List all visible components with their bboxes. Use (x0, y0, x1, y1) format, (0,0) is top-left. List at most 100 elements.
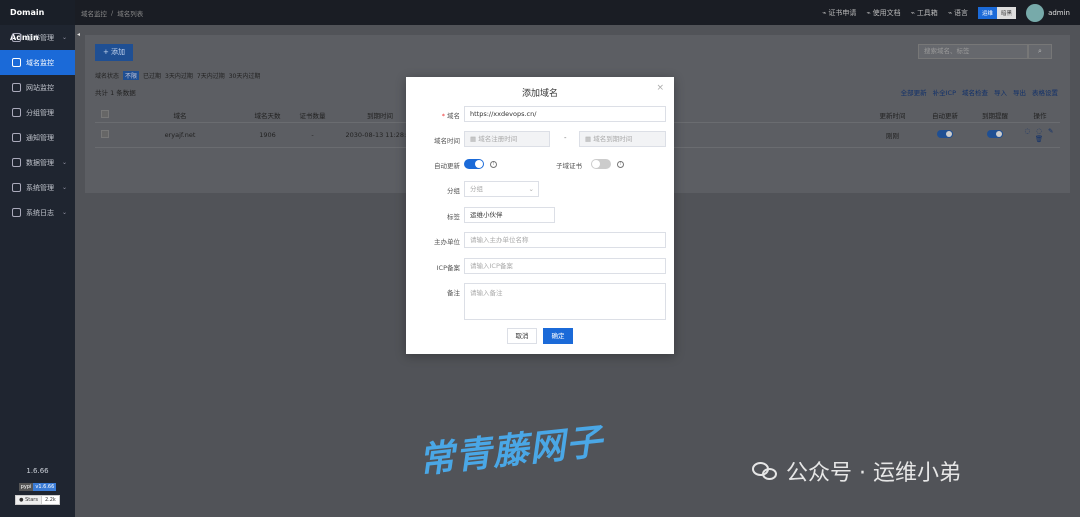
sidebar-item-label: 系统管理 (26, 183, 54, 192)
notify-icon (12, 133, 21, 142)
icp-input[interactable]: 请输入ICP备案 (464, 258, 666, 274)
theme-option-active[interactable]: 运维 (978, 6, 998, 19)
top-nav: ⌁ 证书申请 ⌁ 使用文档 ⌁ 工具箱 ⌁ 语言 (812, 8, 968, 18)
time-label: 域名时间 (434, 137, 460, 145)
action-2[interactable]: 补全ICP (933, 87, 956, 97)
top-nav-label: 工具箱 (916, 8, 938, 17)
group-label: 分组 (447, 187, 460, 195)
pypi-badge[interactable]: pypi v1.6.66 (0, 483, 75, 491)
wechat-watermark: 公众号 · 运维小弟 (752, 455, 961, 487)
website-icon (12, 83, 21, 92)
top-nav-2[interactable]: ⌁ 使用文档 (866, 8, 900, 18)
column-header-9: 操作 (1033, 111, 1047, 120)
sidebar-item-5[interactable]: 通知管理 (0, 125, 75, 150)
version-label: 1.6.66 (26, 467, 49, 475)
column-header-3: 证书数量 (299, 111, 326, 120)
filter-option-2[interactable]: 已过期 (143, 71, 161, 80)
icp-label: ICP备案 (436, 264, 460, 272)
link-icon: ⌁ (822, 8, 827, 17)
filter-option-1[interactable]: 不限 (123, 71, 140, 80)
sidebar-item-7[interactable]: 系统管理 ⌄ (0, 175, 75, 200)
total-count: 共计 1 条数据 (95, 89, 136, 97)
sidebar-item-1[interactable]: 证书管理 ⌄ (0, 25, 75, 50)
domain-label: * 域名 (441, 112, 460, 120)
sub-cert-switch[interactable] (591, 159, 611, 169)
github-stars-badge[interactable]: ● Stars 2.2k (0, 495, 75, 505)
sidebar-menu: 证书管理 ⌄ 域名监控 网站监控 分组管理 通知管理 数据管理 ⌄ 系统管理 ⌄ 系统日志 ⌄ (0, 25, 75, 225)
table-actions: 全部更新 补全ICP 域名检查 导入 导出 表格设置 (895, 87, 1058, 97)
auto-update-switch[interactable] (464, 159, 484, 169)
cell-domain: eryajf.net (164, 131, 196, 139)
certificate-icon (12, 33, 21, 42)
filter-options: 不限 已过期 3天内过期 7天内过期 30天内过期 (123, 71, 264, 80)
sidebar-item-3[interactable]: 网站监控 (0, 75, 75, 100)
action-3[interactable]: 域名检查 (962, 87, 988, 97)
search-icon[interactable]: ⌕ (1028, 44, 1052, 59)
filter-option-5[interactable]: 30天内过期 (229, 71, 261, 80)
sidebar-footer: 1.6.66 pypi v1.6.66 ● Stars 2.2k (0, 467, 75, 509)
row-checkbox[interactable] (95, 130, 115, 140)
remark-textarea[interactable]: 请输入备注 (464, 283, 666, 320)
chevron-down-icon: ⌄ (61, 209, 67, 216)
sidebar-item-8[interactable]: 系统日志 ⌄ (0, 200, 75, 225)
expire-alert-toggle[interactable] (970, 130, 1020, 140)
sidebar-item-label: 通知管理 (26, 133, 54, 142)
auto-update-label: 自动更新 (434, 162, 460, 170)
sidebar-item-label: 系统日志 (26, 208, 54, 217)
action-4[interactable]: 导入 (994, 87, 1007, 97)
auto-update-toggle[interactable] (920, 130, 970, 140)
group-select[interactable]: 分组 ⌄ (464, 181, 539, 197)
action-6[interactable]: 表格设置 (1032, 87, 1058, 97)
collapse-icon[interactable]: ◂ (77, 31, 80, 38)
org-label: 主办单位 (434, 238, 460, 246)
column-header-1: 域名 (173, 111, 187, 120)
column-header-2: 域名天数 (254, 111, 281, 120)
cell-updated: 刚刚 (886, 132, 899, 140)
top-nav-1[interactable]: ⌁ 证书申请 (822, 8, 856, 18)
cell-days: 1906 (259, 131, 276, 139)
theme-option-inactive[interactable]: 暗黑 (997, 6, 1017, 19)
group-icon (12, 108, 21, 117)
top-nav-label: 证书申请 (828, 8, 857, 17)
filter-option-4[interactable]: 7天内过期 (197, 71, 225, 80)
top-nav-4[interactable]: ⌁ 语言 (948, 8, 968, 18)
end-date-input[interactable]: ▦ 域名到期时间 (579, 131, 666, 147)
brand-logo[interactable]: Domain Admin (0, 0, 75, 42)
topbar: 域名监控 / 域名列表 ⌁ 证书申请 ⌁ 使用文档 ⌁ 工具箱 ⌁ 语言 运维 暗黑 admi… (75, 0, 1080, 25)
close-icon[interactable]: × (656, 83, 664, 93)
topbar-right: ⌁ 证书申请 ⌁ 使用文档 ⌁ 工具箱 ⌁ 语言 运维 暗黑 admin (812, 3, 1080, 22)
log-icon (12, 208, 21, 217)
header-checkbox[interactable] (95, 109, 115, 120)
theme-switch[interactable]: 运维 暗黑 (978, 6, 1017, 19)
sidebar-item-label: 数据管理 (26, 158, 54, 167)
sidebar-item-2[interactable]: 域名监控 (0, 50, 75, 75)
add-domain-button[interactable]: + 添加 (95, 44, 133, 61)
start-date-input[interactable]: ▦ 域名注册时间 (464, 131, 550, 147)
filter-label: 域名状态 (95, 73, 120, 80)
dialog-title: 添加域名 (521, 89, 558, 99)
org-input[interactable]: 请输入主办单位名称 (464, 232, 666, 248)
row-operations[interactable]: ◌ ◌ ✎ 🗑 (1020, 127, 1060, 143)
action-1[interactable]: 全部更新 (901, 87, 927, 97)
sidebar-item-6[interactable]: 数据管理 ⌄ (0, 150, 75, 175)
breadcrumb-sep: / (111, 8, 114, 17)
cancel-button[interactable]: 取消 (507, 328, 537, 344)
action-5[interactable]: 导出 (1013, 87, 1026, 97)
sidebar-item-label: 分组管理 (26, 108, 54, 117)
tag-input[interactable]: 运维小伙伴 (464, 207, 555, 223)
top-nav-3[interactable]: ⌁ 工具箱 (911, 8, 938, 18)
confirm-button[interactable]: 确定 (543, 328, 573, 344)
sidebar-item-label: 网站监控 (26, 83, 54, 92)
sidebar-item-4[interactable]: 分组管理 (0, 100, 75, 125)
breadcrumb-item-2: 域名列表 (117, 9, 144, 18)
domain-input[interactable]: https://xxdevops.cn/ (464, 106, 666, 122)
avatar[interactable] (1026, 3, 1045, 22)
github-icon-label: ● Stars (15, 495, 42, 505)
breadcrumb-item-1[interactable]: 域名监控 (81, 8, 107, 18)
help-icon[interactable]: ! (617, 161, 624, 168)
username[interactable]: admin (1048, 9, 1070, 17)
help-icon[interactable]: ! (490, 161, 497, 168)
chevron-down-icon: ⌄ (61, 34, 67, 41)
filter-option-3[interactable]: 3天内过期 (165, 71, 193, 80)
search-input[interactable]: 搜索域名、标签 (918, 44, 1028, 59)
